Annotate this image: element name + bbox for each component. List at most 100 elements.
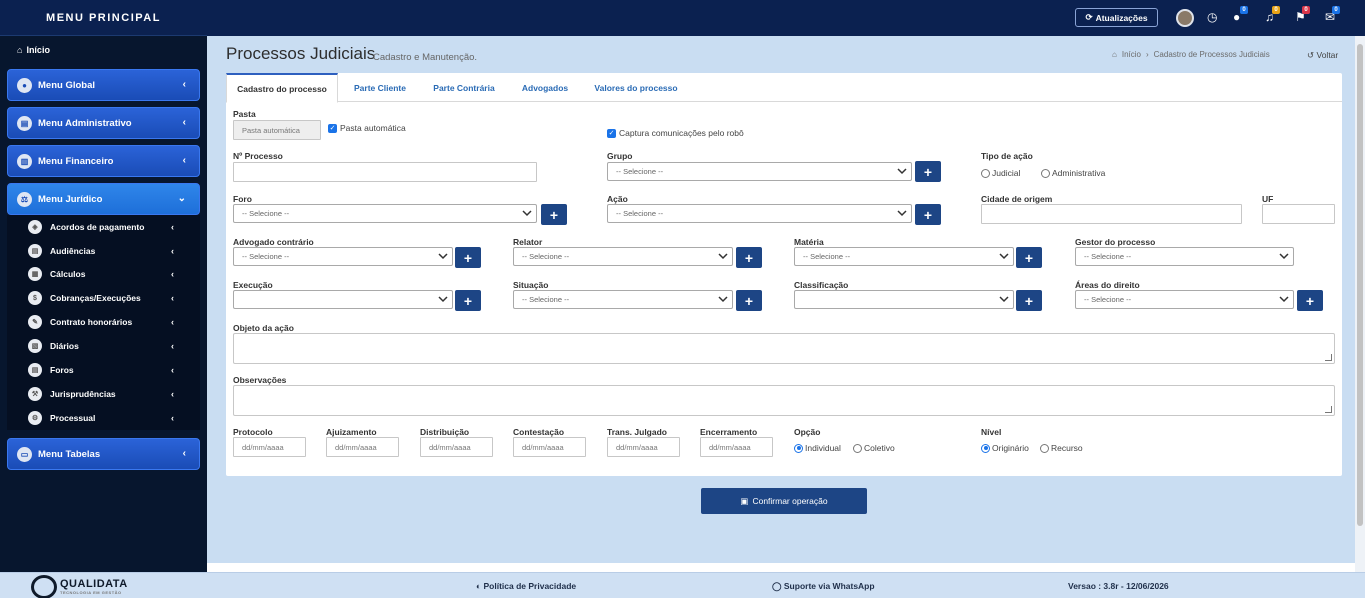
relator-select[interactable]: -- Selecione -- — [513, 247, 733, 266]
privacy-link[interactable]: ◐ Política de Privacidade — [476, 581, 576, 591]
administrativa-radio[interactable]: Administrativa — [1041, 168, 1105, 178]
confirm-button[interactable]: ▣ Confirmar operação — [701, 488, 867, 514]
add-relator-button[interactable]: + — [736, 247, 762, 268]
sidebar-item-cobrancas[interactable]: $ Cobranças/Execuções ‹ — [28, 291, 188, 305]
sidebar-item-diarios[interactable]: ▧ Diários ‹ — [28, 339, 188, 353]
confirm-label: Confirmar operação — [752, 496, 828, 506]
ajuizamento-label: Ajuizamento — [326, 427, 377, 437]
ajuizamento-date[interactable]: dd/mm/aaaa — [326, 437, 399, 457]
add-advogado-button[interactable]: + — [455, 247, 481, 268]
observacoes-textarea[interactable] — [233, 385, 1335, 416]
money-icon: $ — [28, 291, 42, 305]
trans-date[interactable]: dd/mm/aaaa — [607, 437, 680, 457]
bell-icon[interactable]: ♫ 0 — [1265, 6, 1280, 24]
page-scrollbar[interactable] — [1355, 36, 1365, 572]
back-button[interactable]: ↺ Voltar — [1307, 50, 1338, 61]
add-situacao-button[interactable]: + — [736, 290, 762, 311]
tab-parte-contraria[interactable]: Parte Contrária — [424, 73, 504, 102]
chevron-down-icon — [999, 253, 1009, 260]
uf-input[interactable] — [1262, 204, 1335, 224]
individual-radio[interactable]: Individual — [794, 443, 841, 453]
sidebar-menu-global[interactable]: ● Menu Global ‹ — [7, 69, 200, 101]
sidebar-item-home[interactable]: ⌂ Início — [17, 45, 50, 55]
coletivo-radio[interactable]: Coletivo — [853, 443, 895, 453]
captura-checkbox[interactable]: ✓ Captura comunicações pelo robô — [607, 128, 744, 138]
sidebar-item-acordos[interactable]: ◈ Acordos de pagamento ‹ — [28, 220, 188, 234]
classificacao-select[interactable] — [794, 290, 1014, 309]
pasta-auto-checkbox[interactable]: ✓ Pasta automática — [328, 123, 406, 133]
shield-icon: ◐ — [476, 581, 482, 591]
sidebar-item-calculos[interactable]: ▦ Cálculos ‹ — [28, 267, 188, 281]
radio-label: Originário — [992, 443, 1029, 453]
distribuicao-date[interactable]: dd/mm/aaaa — [420, 437, 493, 457]
situacao-select[interactable]: -- Selecione -- — [513, 290, 733, 309]
sidebar-menu-financeiro[interactable]: ▥ Menu Financeiro ‹ — [7, 145, 200, 177]
chevron-left-icon: ‹ — [171, 246, 174, 256]
originario-radio[interactable]: Originário — [981, 443, 1029, 453]
tab-parte-cliente[interactable]: Parte Cliente — [346, 73, 414, 102]
foro-select[interactable]: -- Selecione -- — [233, 204, 537, 223]
protocolo-date[interactable]: dd/mm/aaaa — [233, 437, 306, 457]
objeto-textarea[interactable] — [233, 333, 1335, 364]
nprocesso-input[interactable] — [233, 162, 537, 182]
breadcrumb-home[interactable]: Início — [1122, 50, 1141, 59]
resize-handle[interactable] — [1325, 406, 1332, 413]
add-execucao-button[interactable]: + — [455, 290, 481, 311]
avatar[interactable] — [1176, 9, 1194, 27]
page-subtitle: Cadastro e Manutenção. — [373, 52, 478, 63]
encerramento-date[interactable]: dd/mm/aaaa — [700, 437, 773, 457]
add-acao-button[interactable]: + — [915, 204, 941, 225]
execucao-select[interactable] — [233, 290, 453, 309]
megaphone-icon[interactable]: ✉ 0 — [1325, 6, 1340, 24]
clock-icon[interactable]: ◷ — [1207, 10, 1217, 24]
top-bar: ⟳ Atualizações ◷ ● 0 ♫ 0 ⚑ 0 ✉ 0 — [207, 0, 1365, 36]
sidebar-item-jurisprudencias[interactable]: ⚒ Jurisprudências ‹ — [28, 387, 188, 401]
updates-button[interactable]: ⟳ Atualizações — [1075, 8, 1158, 27]
sidebar-item-processual[interactable]: ⚙ Processual ‹ — [28, 411, 188, 425]
sidebar-item-contrato[interactable]: ✎ Contrato honorários ‹ — [28, 315, 188, 329]
recurso-radio[interactable]: Recurso — [1040, 443, 1083, 453]
tab-advogados[interactable]: Advogados — [514, 73, 576, 102]
chat-icon[interactable]: ● 0 — [1233, 6, 1248, 24]
grupo-select[interactable]: -- Selecione -- — [607, 162, 912, 181]
sidebar-menu-admin[interactable]: ▤ Menu Administrativo ‹ — [7, 107, 200, 139]
materia-select[interactable]: -- Selecione -- — [794, 247, 1014, 266]
select-value: -- Selecione -- — [1084, 295, 1132, 304]
add-areas-button[interactable]: + — [1297, 290, 1323, 311]
tab-valores[interactable]: Valores do processo — [586, 73, 686, 102]
select-value: -- Selecione -- — [522, 295, 570, 304]
sidebar-item-label: Foros — [50, 365, 74, 375]
areas-select[interactable]: -- Selecione -- — [1075, 290, 1294, 309]
flag-badge: 0 — [1302, 6, 1310, 14]
gestor-select[interactable]: -- Selecione -- — [1075, 247, 1294, 266]
sidebar-item-foros[interactable]: ▤ Foros ‹ — [28, 363, 188, 377]
resize-handle[interactable] — [1325, 354, 1332, 361]
advogado-select[interactable]: -- Selecione -- — [233, 247, 453, 266]
checkbox-label: Captura comunicações pelo robô — [619, 128, 744, 138]
cidade-input[interactable] — [981, 204, 1242, 224]
contestacao-date[interactable]: dd/mm/aaaa — [513, 437, 586, 457]
gestor-label: Gestor do processo — [1075, 237, 1156, 247]
sidebar-menu-tabelas[interactable]: ▭ Menu Tabelas ‹ — [7, 438, 200, 470]
pasta-input[interactable]: Pasta automática — [233, 120, 321, 140]
encerramento-label: Encerramento — [700, 427, 758, 437]
sidebar-item-audiencias[interactable]: ▤ Audiências ‹ — [28, 244, 188, 258]
add-grupo-button[interactable]: + — [915, 161, 941, 182]
chevron-left-icon: ‹ — [171, 365, 174, 375]
add-foro-button[interactable]: + — [541, 204, 567, 225]
acao-select[interactable]: -- Selecione -- — [607, 204, 912, 223]
chevron-down-icon — [522, 210, 532, 217]
scrollbar-thumb[interactable] — [1357, 44, 1363, 526]
add-classificacao-button[interactable]: + — [1016, 290, 1042, 311]
undo-icon: ↺ — [1307, 50, 1315, 60]
sidebar-menu-label: Menu Tabelas — [38, 448, 101, 460]
sidebar-menu-juridico[interactable]: ⚖ Menu Jurídico ⌄ — [7, 183, 200, 215]
observacoes-label: Observações — [233, 375, 287, 385]
tab-cadastro[interactable]: Cadastro do processo — [226, 73, 338, 103]
whatsapp-link[interactable]: ◯ Suporte via WhatsApp — [772, 581, 875, 592]
gavel-icon: ⚒ — [28, 387, 42, 401]
nivel-label: Nível — [981, 427, 1002, 437]
flag-icon[interactable]: ⚑ 0 — [1295, 6, 1310, 24]
judicial-radio[interactable]: Judicial — [981, 168, 1020, 178]
add-materia-button[interactable]: + — [1016, 247, 1042, 268]
